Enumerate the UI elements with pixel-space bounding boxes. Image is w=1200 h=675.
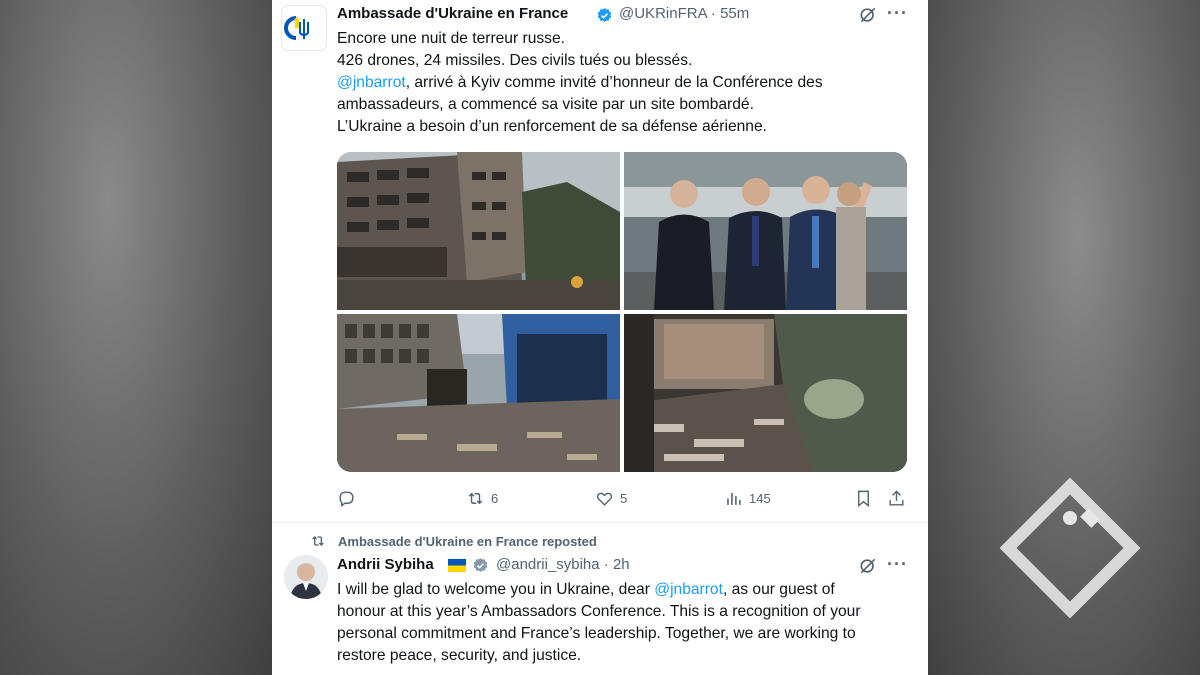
tweet2-author[interactable]: Andrii Sybiha: [337, 556, 434, 573]
tweet1-line: Encore une nuit de terreur russe.: [337, 30, 565, 47]
verified-badge-icon: [597, 8, 612, 22]
share-icon: [889, 489, 904, 506]
repost-count: 6: [491, 490, 499, 506]
photo-damaged-building-image: [337, 152, 620, 310]
tweet1-line: L’Ukraine a besoin d’un renforcement de …: [337, 118, 767, 135]
tweet1-line: @jnbarrot, arrivé à Kyiv comme invité d’…: [337, 72, 907, 94]
heart-icon: [596, 492, 613, 506]
embassy-avatar[interactable]: [282, 6, 326, 50]
photo-damaged-building[interactable]: [337, 152, 620, 310]
views-icon: [727, 492, 741, 505]
tweet1-line: ambassadeurs, a commencé sa visite par u…: [337, 96, 754, 113]
tweet2-timestamp[interactable]: 2h: [613, 556, 630, 573]
ukraine-flag-icon: [448, 559, 466, 572]
photo-officials-visit[interactable]: [624, 152, 907, 310]
dot-separator: ·: [603, 556, 609, 573]
tweet1-handle-text: @UKRinFRA: [619, 5, 707, 22]
reply-icon: [339, 490, 354, 507]
photo-street-debris[interactable]: [337, 314, 620, 472]
more-icon[interactable]: ···: [887, 4, 908, 22]
tweet1-media-grid[interactable]: [337, 152, 907, 472]
dot-separator: ·: [710, 5, 716, 22]
trident-logo-icon: [284, 16, 309, 40]
person-photo-icon: [284, 555, 328, 599]
tweet1-line-rest: , arrivé à Kyiv comme invité d’honneur d…: [405, 74, 823, 91]
channel-logo-icon: [1000, 478, 1140, 618]
tweet2-line: restore peace, security, and justice.: [337, 647, 582, 664]
share-button[interactable]: [887, 486, 906, 510]
tweet1-author[interactable]: Ambassade d'Ukraine en France: [337, 5, 568, 22]
tweet2-line1-start: I will be glad to welcome you in Ukraine…: [337, 581, 655, 598]
tweet1-timestamp[interactable]: 55m: [720, 5, 749, 22]
tweet2-handle[interactable]: @andrii_sybiha · 2h: [496, 556, 630, 573]
tweet1-actions: 6 5 145: [272, 486, 928, 510]
timeline-card: Ambassade d'Ukraine en France @UKRinFRA …: [272, 0, 928, 675]
more-icon[interactable]: ···: [887, 555, 908, 573]
tweet1-handle[interactable]: @UKRinFRA · 55m: [619, 5, 749, 22]
view-count: 145: [749, 490, 771, 506]
bookmark-icon: [858, 490, 869, 507]
grok-icon[interactable]: [858, 5, 878, 25]
tweet2-line: I will be glad to welcome you in Ukraine…: [337, 579, 917, 601]
verified-badge-icon: [473, 558, 488, 572]
photo-destroyed-interior-image: [624, 314, 907, 472]
tweet2-handle-text: @andrii_sybiha: [496, 556, 600, 573]
tweet2-line1-end: , as our guest of: [722, 581, 835, 598]
sybiha-avatar[interactable]: [284, 555, 328, 599]
repost-label: Ambassade d'Ukraine en France reposted: [338, 533, 597, 549]
repost-button[interactable]: 6: [466, 486, 498, 510]
like-count: 5: [620, 490, 628, 506]
like-button[interactable]: 5: [595, 486, 627, 510]
tweet2-line: honour at this year’s Ambassadors Confer…: [337, 603, 861, 620]
grok-icon[interactable]: [858, 556, 878, 576]
tweet1-line: 426 drones, 24 missiles. Des civils tués…: [337, 52, 693, 69]
reply-button[interactable]: [337, 486, 356, 510]
mention-link[interactable]: @jnbarrot: [337, 74, 406, 91]
tweet1-text: Encore une nuit de terreur russe. 426 dr…: [337, 28, 907, 138]
photo-street-debris-image: [337, 314, 620, 472]
repost-icon: [468, 492, 483, 504]
tweet2-text: I will be glad to welcome you in Ukraine…: [337, 579, 917, 667]
photo-officials-visit-image: [624, 152, 907, 310]
mention-link[interactable]: @jnbarrot: [654, 581, 723, 598]
views-button[interactable]: 145: [724, 486, 771, 510]
repost-icon: [312, 536, 324, 546]
tweet2-line: personal commitment and France’s leaders…: [337, 625, 856, 642]
repost-context[interactable]: Ambassade d'Ukraine en France reposted: [310, 532, 597, 550]
bookmark-button[interactable]: [854, 486, 873, 510]
photo-destroyed-interior[interactable]: [624, 314, 907, 472]
blurred-background-left: [0, 0, 272, 675]
tweet-divider: [272, 522, 928, 523]
